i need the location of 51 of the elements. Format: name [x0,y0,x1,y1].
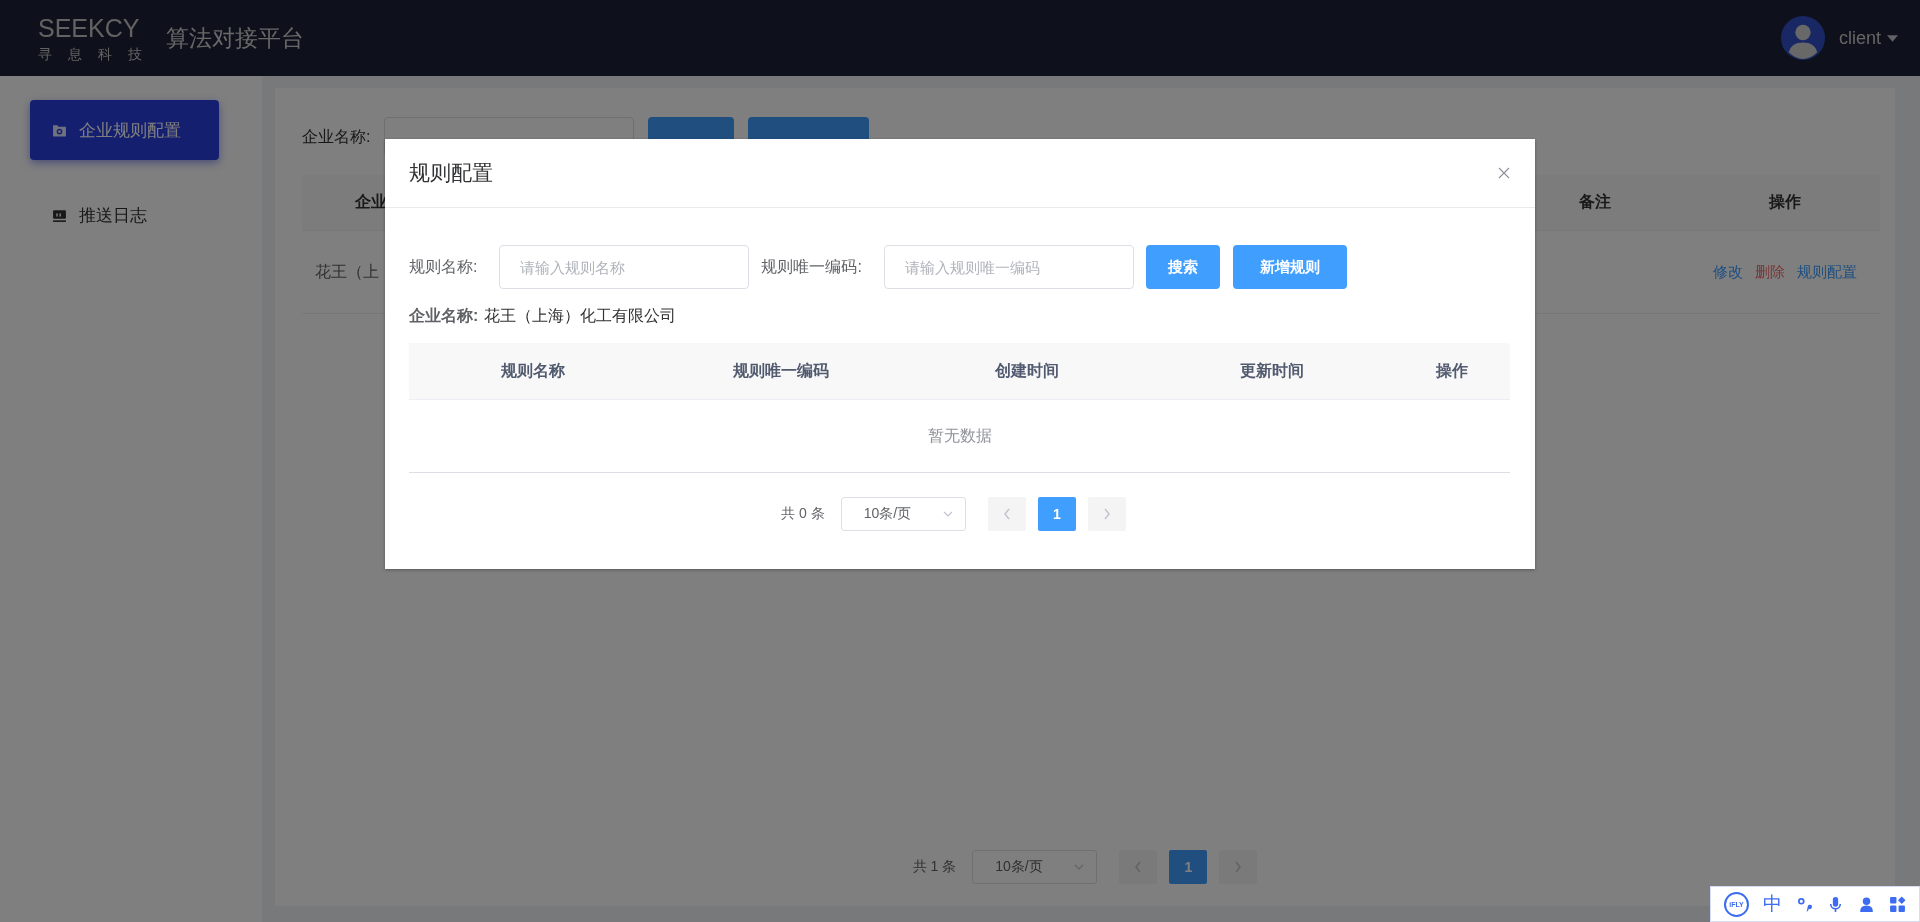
chevron-down-icon [942,511,953,517]
dialog-title: 规则配置 [409,160,493,186]
chevron-left-icon [1002,508,1011,520]
column-header: 备注 [1578,192,1612,212]
field-label: 规则唯一编码: [761,256,862,277]
company-name: 花王（上海）化工有限公司 [484,306,677,326]
sidebar-item[interactable]: 企业规则配置 [30,100,219,160]
chevron-down-icon [1074,864,1085,870]
punctuation-icon[interactable] [1796,895,1813,913]
empty-message: 暂无数据 [927,425,992,446]
sidebar-item[interactable]: 推送日志 [30,185,219,245]
logo-tagline: 寻 息 科 技 [38,46,148,61]
user-menu[interactable]: client [1838,27,1898,49]
column-header: 更新时间 [1238,360,1305,381]
total-count: 共 0 条 [781,505,825,523]
close-icon[interactable] [1498,167,1510,179]
language-mode-toggle[interactable]: 中 [1763,891,1782,917]
filter-field[interactable]: 请输入规则名称 [499,245,750,289]
row-action-link[interactable]: 修改 [1713,262,1743,282]
logo-wordmark: SEEKCY [38,15,141,41]
page-number[interactable]: 1 [1169,850,1208,884]
row-action-link[interactable]: 删除 [1755,262,1785,282]
page-number[interactable]: 1 [1037,497,1076,531]
action-button[interactable]: 搜索 [1145,245,1220,289]
folder-gear-icon [52,122,67,138]
page-size-select[interactable]: 10条/页 [972,850,1098,884]
total-count: 共 1 条 [912,858,957,876]
avatar-icon[interactable] [1780,16,1825,60]
chevron-right-icon [1102,508,1111,520]
caret-icon [1887,34,1898,42]
column-header: 操作 [1434,360,1469,381]
field-label: 规则名称: [409,256,478,277]
chevron-left-icon [1134,861,1143,873]
table-cell-text: 花王（上 [315,261,379,282]
filter-field[interactable]: 请输入规则唯一编码 [883,245,1134,289]
column-header: 企业 [354,192,388,212]
action-button[interactable]: 新增规则 [1232,245,1347,289]
chevron-right-icon [1234,861,1243,873]
column-header: 规则唯一编码 [731,360,830,381]
column-header: 创建时间 [993,360,1060,381]
microphone-icon[interactable] [1827,895,1844,913]
page-size-select[interactable]: 10条/页 [840,497,966,531]
column-header: 操作 [1767,192,1802,212]
monitor-icon [52,207,67,223]
apps-icon[interactable] [1889,895,1906,913]
company-label: 企业名称: [409,306,479,326]
user-icon[interactable] [1858,895,1875,913]
column-header: 规则名称 [500,360,566,381]
app-title: 算法对接平台 [165,23,304,53]
row-action-link[interactable]: 规则配置 [1797,262,1857,282]
field-label: 企业名称: [302,126,371,147]
